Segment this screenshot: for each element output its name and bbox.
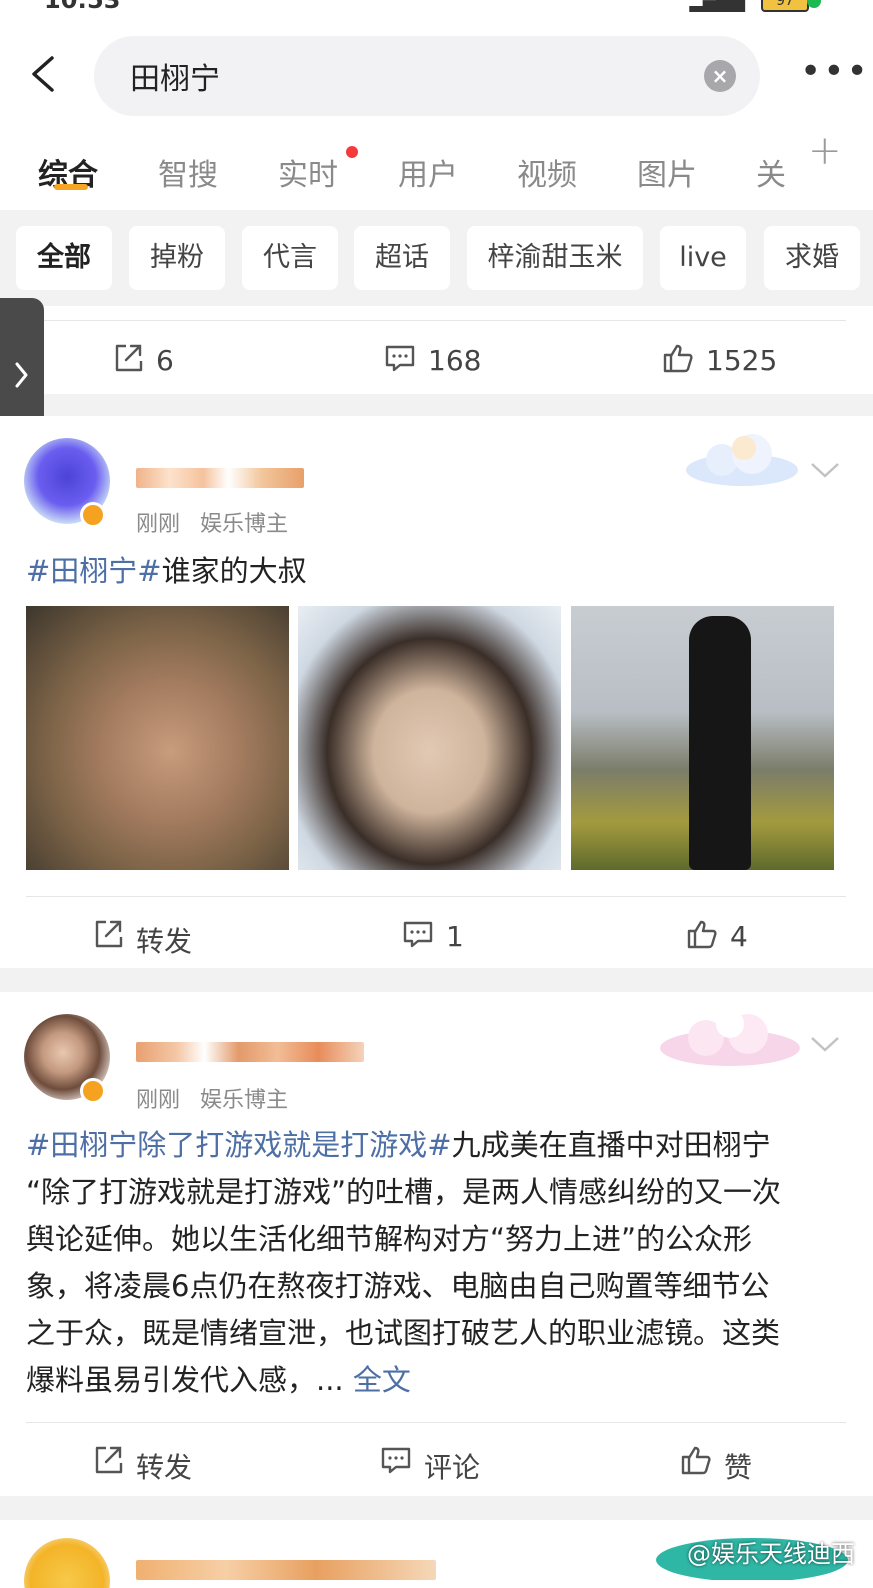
search-query[interactable]: 田栩宁: [130, 54, 220, 98]
comment-count: 168: [428, 344, 482, 377]
post-line: “除了打游戏就是打游戏”的吐槽，是两人情感纠纷的又一次: [26, 1175, 782, 1209]
user-badge-label: 娱乐博主: [200, 512, 289, 537]
divider: [26, 1422, 846, 1423]
tab-follow[interactable]: 关: [756, 150, 786, 194]
chevron-down-icon[interactable]: [810, 1034, 840, 1054]
post-line: 之于众，既是情绪宣泄，也试图打破艺人的职业滤镜。这类: [26, 1316, 781, 1350]
username-blurred[interactable]: [136, 1560, 436, 1580]
more-options-icon[interactable]: •••: [800, 54, 870, 90]
verified-badge-icon: [80, 502, 106, 528]
chip-filter[interactable]: 掉粉: [129, 226, 225, 290]
topic-link[interactable]: #田栩宁除了打游戏就是打游戏#: [26, 1128, 452, 1162]
post-body: 爆料虽易引发代入感，...: [26, 1363, 344, 1397]
post-line: 爆料虽易引发代入感，... 全文: [26, 1357, 846, 1404]
comment-count: 1: [446, 920, 464, 953]
chevron-down-icon[interactable]: [810, 460, 840, 480]
post-body: 谁家的大叔: [161, 554, 307, 588]
clear-icon[interactable]: ×: [704, 60, 736, 92]
post-photo[interactable]: [26, 606, 289, 870]
avatar[interactable]: [24, 1538, 110, 1588]
post-line: 舆论延伸。她以生活化细节解构对方“努力上进”的公众形: [26, 1222, 753, 1256]
topic-link[interactable]: #田栩宁#: [26, 554, 162, 588]
like-button[interactable]: 4: [686, 918, 756, 953]
chip-filter[interactable]: 求婚: [764, 226, 860, 290]
repost-button[interactable]: 6: [112, 342, 202, 377]
photo-figure: [689, 616, 751, 870]
like-count: 1525: [706, 344, 778, 377]
tab-smart-search[interactable]: 智搜: [158, 150, 218, 194]
status-bar: 10:53 ▂▄▆█ 97: [0, 0, 873, 14]
chip-filter[interactable]: 代言: [242, 226, 338, 290]
post-time: 刚刚: [136, 512, 181, 537]
comment-button[interactable]: 评论: [380, 1444, 490, 1484]
tab-images[interactable]: 图片: [637, 150, 697, 194]
filter-chips: 全部 掉粉 代言 超话 梓渝甜玉米 live 求婚: [0, 210, 873, 306]
prev-post-actions: 6 168 1525: [0, 306, 873, 394]
chip-all[interactable]: 全部: [16, 226, 112, 290]
charging-dot-icon: [807, 0, 821, 8]
share-icon: [95, 920, 123, 948]
like-label: 赞: [724, 1451, 753, 1484]
repost-count: 6: [156, 344, 174, 377]
chip-filter[interactable]: 梓渝甜玉米: [467, 226, 643, 290]
comment-icon: [385, 345, 415, 372]
comment-icon: [381, 1447, 411, 1474]
full-text-link[interactable]: 全文: [353, 1363, 411, 1397]
repost-button[interactable]: 转发: [92, 1444, 202, 1484]
repost-button[interactable]: 转发: [92, 918, 202, 958]
bunny-cloud-sticker-icon: [660, 1010, 800, 1066]
divider: [26, 896, 846, 897]
chip-filter[interactable]: 超话: [354, 226, 450, 290]
tab-realtime[interactable]: 实时: [278, 150, 338, 194]
post-line: 象，将凌晨6点仍在熬夜打游戏、电脑由自己购置等细节公: [26, 1269, 770, 1303]
verified-badge-icon: [80, 1078, 106, 1104]
cloud-sticker-icon: [686, 434, 798, 486]
repost-label: 转发: [136, 1451, 193, 1484]
status-time: 10:53: [44, 0, 121, 14]
post-card: 刚刚 娱乐博主 #田栩宁#谁家的大叔 转发 1 4: [0, 416, 873, 968]
comment-label: 评论: [424, 1451, 481, 1484]
username-blurred[interactable]: [136, 1042, 364, 1062]
like-button[interactable]: 赞: [680, 1444, 760, 1484]
divider: [26, 320, 846, 321]
signal-icon: ▂▄▆█: [689, 0, 745, 12]
post-text: #田栩宁#谁家的大叔: [26, 548, 307, 595]
battery-icon: 97: [761, 0, 809, 12]
post-line: #田栩宁除了打游戏就是打游戏#九成美在直播中对田栩宁: [26, 1122, 846, 1169]
share-icon: [115, 344, 143, 372]
post-time: 刚刚: [136, 1088, 181, 1113]
post-card: 刚刚 娱乐博主 #田栩宁除了打游戏就是打游戏#九成美在直播中对田栩宁 “除了打游…: [0, 992, 873, 1496]
thumbs-up-icon: [687, 920, 717, 949]
user-badge-label: 娱乐博主: [200, 1088, 289, 1113]
post-photo[interactable]: [298, 606, 561, 870]
username-blurred[interactable]: [136, 468, 304, 488]
post-text: #田栩宁除了打游戏就是打游戏#九成美在直播中对田栩宁 “除了打游戏就是打游戏”的…: [26, 1122, 846, 1404]
search-input[interactable]: 田栩宁 ×: [94, 36, 760, 116]
share-icon: [95, 1446, 123, 1474]
thumbs-up-icon: [681, 1446, 711, 1475]
watermark: @娱乐天线迪西: [687, 1540, 855, 1568]
repost-label: 转发: [136, 925, 193, 958]
realtime-badge: [346, 146, 358, 158]
back-arrow-icon[interactable]: [26, 54, 66, 94]
like-button[interactable]: 1525: [662, 342, 792, 377]
like-count: 4: [730, 920, 748, 953]
comment-icon: [403, 921, 433, 948]
post-photo[interactable]: [571, 606, 834, 870]
thumbs-up-icon: [663, 344, 693, 373]
comment-button[interactable]: 168: [384, 342, 504, 377]
comment-button[interactable]: 1: [402, 918, 472, 953]
active-tab-indicator: [54, 184, 88, 190]
tab-video[interactable]: 视频: [517, 150, 577, 194]
tab-users[interactable]: 用户: [398, 150, 458, 194]
post-body: 九成美在直播中对田栩宁: [451, 1128, 771, 1162]
chip-filter[interactable]: live: [660, 226, 746, 290]
add-tab-icon[interactable]: +: [808, 128, 842, 174]
